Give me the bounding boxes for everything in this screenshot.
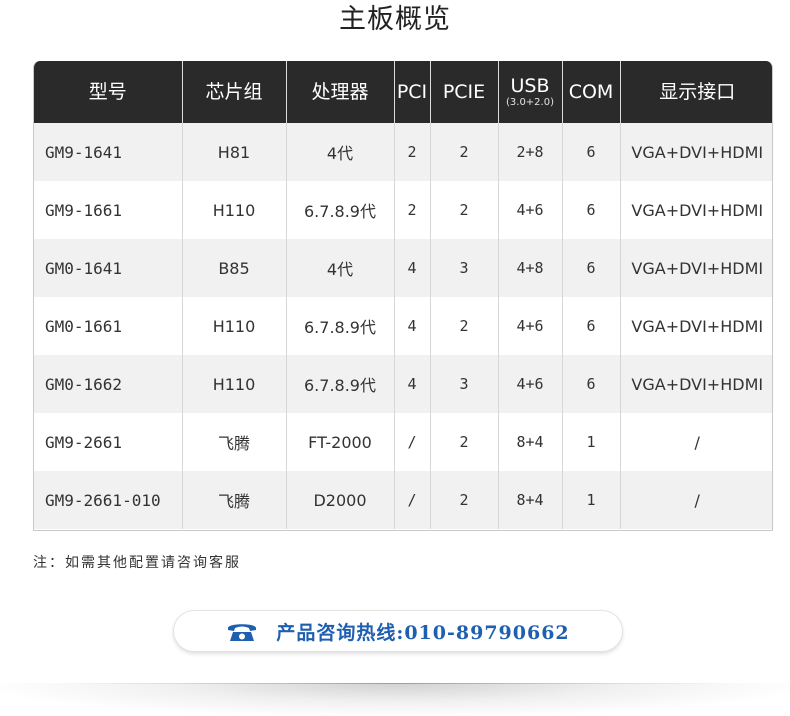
column-header: 处理器 <box>286 61 395 123</box>
table-cell: H110 <box>182 355 287 413</box>
table-cell: 6 <box>562 297 621 355</box>
table-cell: VGA+DVI+HDMI <box>631 200 764 220</box>
table-cell: VGA+DVI+HDMI <box>631 142 764 162</box>
table-cell: 4 <box>394 239 431 297</box>
table-cell: GM9-2661-010 <box>34 471 183 529</box>
column-header: PCI <box>394 61 431 123</box>
table-cell: 6 <box>562 123 621 181</box>
table-cell: 3 <box>430 239 499 297</box>
hotline-banner[interactable]: 产品咨询热线:010-89790662 <box>174 611 622 651</box>
table-cell: 4+6 <box>498 355 563 413</box>
motherboard-table-container: 型号 芯片组 处理器 PCI PCIE USB (3.0+2.0) COM 显示接口 GM9-1… <box>33 61 773 531</box>
column-header: PCIE <box>430 61 499 123</box>
table-cell: 2+8 <box>498 123 563 181</box>
column-header: 型号 <box>34 61 183 123</box>
column-header-label: 处理器 <box>311 81 369 103</box>
table-cell: H81 <box>182 123 287 181</box>
table-cell: 2 <box>430 413 499 471</box>
table-cell: 6.7.8.9代 <box>286 355 395 413</box>
table-row: GM9-2661 飞腾 FT-2000/2 8+4 1/ <box>34 413 772 471</box>
table-cell: 1 <box>562 471 621 529</box>
telephone-icon <box>228 624 257 641</box>
table-cell: / <box>394 413 431 471</box>
table-row: GM0-1641 B85 4代 4 3 4+8 6 VGA+DVI+HDMI <box>34 239 772 297</box>
table-cell: 2 <box>430 181 499 239</box>
table-cell: 2 <box>430 123 499 181</box>
table-header-row: 型号 芯片组 处理器 PCI PCIE USB (3.0+2.0) COM 显示接口 <box>34 61 772 123</box>
column-header-label: USB <box>510 75 550 97</box>
table-cell: 6.7.8.9代 <box>286 297 395 355</box>
column-header: 显示接口 <box>620 61 772 123</box>
footnote: 注：如需其他配置请咨询客服 <box>33 555 241 571</box>
table-cell: FT-2000 <box>286 413 395 471</box>
motherboard-table: 型号 芯片组 处理器 PCI PCIE USB (3.0+2.0) COM 显示接口 GM9-1… <box>34 61 772 529</box>
table-cell: 6 <box>562 355 621 413</box>
table-row: GM0-1661 H110 6.7.8.9代 4 2 4+6 6 VGA+DVI+HDMI <box>34 297 772 355</box>
table-cell: 4+8 <box>498 239 563 297</box>
table-cell: GM9-1641 <box>34 123 183 181</box>
table-cell: 2 <box>430 471 499 529</box>
table-cell: 4代 <box>286 239 395 297</box>
table-cell: 4+6 <box>498 297 563 355</box>
column-header-label: COM <box>568 81 614 103</box>
table-cell: 2 <box>394 181 431 239</box>
column-header: 芯片组 <box>182 61 287 123</box>
table-cell: 4+6 <box>498 181 563 239</box>
column-header-label: PCI <box>396 81 428 103</box>
table-cell: H110 <box>182 181 287 239</box>
table-cell: / <box>694 490 700 510</box>
table-cell: 8+4 <box>498 471 563 529</box>
column-header: USB (3.0+2.0) <box>498 61 563 123</box>
table-cell: B85 <box>182 239 287 297</box>
table-cell: 6 <box>562 181 621 239</box>
column-header-label: 显示接口 <box>659 81 736 103</box>
table-cell: GM9-1661 <box>34 181 183 239</box>
table-row: GM9-1661 H110 6.7.8.9代 2 2 4+6 6 VGA+DVI+HDMI <box>34 181 772 239</box>
table-cell: 4 <box>394 355 431 413</box>
table-cell: VGA+DVI+HDMI <box>631 258 764 278</box>
table-cell: 6 <box>562 239 621 297</box>
table-cell: 飞腾 <box>182 413 287 471</box>
table-cell: GM9-2661 <box>34 413 183 471</box>
page-title: 主板概览 <box>339 4 451 35</box>
table-body: GM9-1641 H81 4代 2 2 2+8 6 VGA+DVI+HDMI GM9-1661 H… <box>34 123 772 529</box>
table-cell: 3 <box>430 355 499 413</box>
table-cell: 8+4 <box>498 413 563 471</box>
table-row: GM9-2661-010 飞腾 D2000/2 8+4 1/ <box>34 471 772 529</box>
table-cell: 2 <box>394 123 431 181</box>
column-header: COM <box>562 61 621 123</box>
table-cell: GM0-1662 <box>34 355 183 413</box>
table-cell: VGA+DVI+HDMI <box>631 316 764 336</box>
column-header-label: PCIE <box>442 81 486 103</box>
table-row: GM0-1662 H110 6.7.8.9代 4 3 4+6 6 VGA+DVI+HDMI <box>34 355 772 413</box>
table-cell: GM0-1661 <box>34 297 183 355</box>
table-cell: 2 <box>430 297 499 355</box>
footer-shadow <box>0 683 790 716</box>
table-cell: / <box>694 432 700 452</box>
table-row: GM9-1641 H81 4代 2 2 2+8 6 VGA+DVI+HDMI <box>34 123 772 181</box>
column-header-sublabel: (3.0+2.0) <box>506 97 554 108</box>
table-cell: 飞腾 <box>182 471 287 529</box>
table-cell: D2000 <box>286 471 395 529</box>
table-cell: / <box>394 471 431 529</box>
column-header-label: 型号 <box>88 81 127 103</box>
table-cell: 4 <box>394 297 431 355</box>
table-cell: 4代 <box>286 123 395 181</box>
column-header-label: 芯片组 <box>205 81 263 103</box>
table-cell: GM0-1641 <box>34 239 183 297</box>
table-cell: VGA+DVI+HDMI <box>631 374 764 394</box>
table-cell: 1 <box>562 413 621 471</box>
table-cell: 6.7.8.9代 <box>286 181 395 239</box>
table-cell: H110 <box>182 297 287 355</box>
hotline-text: 产品咨询热线:010-89790662 <box>276 621 570 644</box>
